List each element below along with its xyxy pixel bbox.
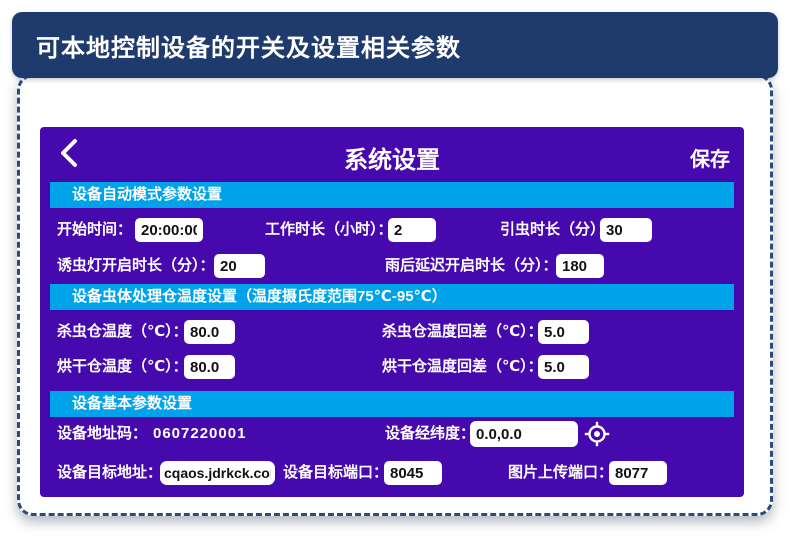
section-header-chamber-temp: 设备虫体处理仓温度设置（温度摄氏度范围75℃-95℃）	[50, 284, 734, 310]
dry-chamber-hysteresis-label: 烘干仓温度回差（℃）：	[382, 355, 543, 379]
work-duration-hours-input[interactable]	[388, 218, 436, 242]
screen: { "banner": { "text": "可本地控制设备的开关及设置相关参数…	[0, 0, 790, 556]
info-banner-text: 可本地控制设备的开关及设置相关参数	[36, 28, 461, 63]
kill-chamber-temp-input[interactable]	[184, 320, 235, 344]
work-duration-hours-label: 工作时长（小时）：	[265, 218, 393, 242]
lure-lamp-on-duration-input[interactable]	[214, 254, 265, 278]
rain-delay-duration-input[interactable]	[556, 254, 604, 278]
kill-chamber-hysteresis-label: 杀虫仓温度回差（℃）：	[382, 320, 543, 344]
settings-panel: 系统设置 保存 设备自动模式参数设置 开始时间： 工作时长（小时）： 引虫时长（…	[40, 127, 744, 497]
section-header-auto-mode: 设备自动模式参数设置	[50, 182, 734, 208]
device-target-port-label: 设备目标端口：	[283, 461, 388, 485]
info-banner: 可本地控制设备的开关及设置相关参数	[12, 12, 778, 78]
device-target-port-input[interactable]	[384, 461, 442, 485]
image-upload-port-label: 图片上传端口：	[508, 461, 613, 485]
start-time-input[interactable]	[135, 218, 203, 242]
device-target-address-label: 设备目标地址：	[57, 461, 162, 485]
device-coordinates-label: 设备经纬度：	[385, 422, 475, 446]
device-target-address-input[interactable]	[160, 461, 275, 485]
lure-duration-min-label: 引虫时长（分）：	[500, 218, 613, 242]
kill-chamber-temp-label: 杀虫仓温度（℃）：	[57, 320, 188, 344]
image-upload-port-input[interactable]	[609, 461, 667, 485]
dry-chamber-temp-label: 烘干仓温度（℃）：	[57, 355, 188, 379]
device-address-code-value: 0607220001	[153, 422, 246, 446]
gps-target-icon	[584, 434, 610, 451]
lure-lamp-on-duration-label: 诱虫灯开启时长（分）：	[57, 254, 215, 278]
page-title: 系统设置	[40, 140, 744, 175]
dry-chamber-hysteresis-input[interactable]	[538, 355, 589, 379]
start-time-label: 开始时间：	[57, 218, 132, 242]
lure-duration-min-input[interactable]	[600, 218, 652, 242]
save-button[interactable]: 保存	[690, 143, 730, 172]
device-address-code-label: 设备地址码：	[57, 422, 147, 446]
gps-locate-button[interactable]	[584, 421, 610, 447]
rain-delay-duration-label: 雨后延迟开启时长（分）：	[385, 254, 558, 278]
kill-chamber-hysteresis-input[interactable]	[538, 320, 589, 344]
title-bar: 系统设置 保存	[40, 127, 744, 181]
dry-chamber-temp-input[interactable]	[184, 355, 235, 379]
section-header-basic-params: 设备基本参数设置	[50, 391, 734, 417]
device-coordinates-input[interactable]	[470, 421, 578, 447]
